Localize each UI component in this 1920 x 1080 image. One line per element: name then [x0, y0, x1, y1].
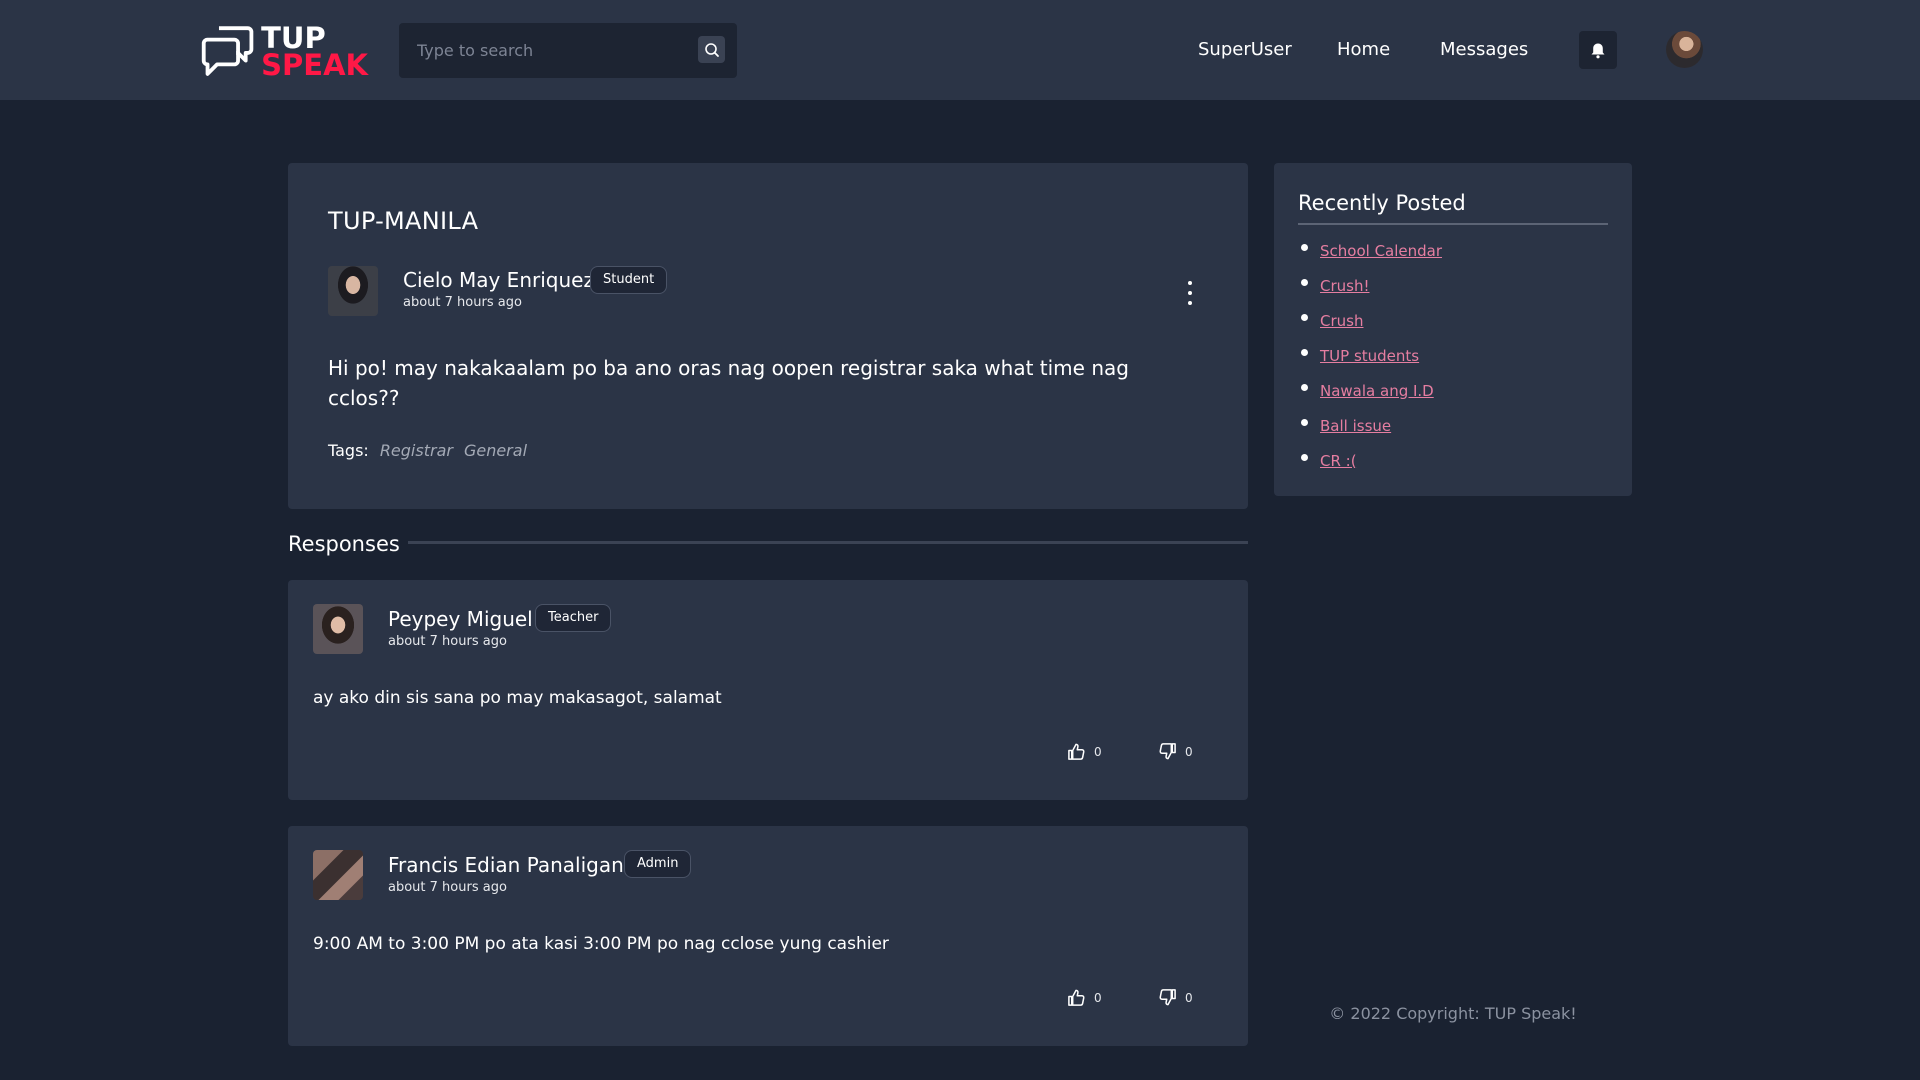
- response-time: about 7 hours ago: [388, 880, 507, 895]
- list-item: Ball issue: [1298, 408, 1442, 443]
- dislike-count: 0: [1185, 744, 1193, 759]
- tag-registrar[interactable]: Registrar: [380, 441, 453, 460]
- post-time: about 7 hours ago: [403, 295, 522, 310]
- thumbs-up-icon: [1068, 743, 1085, 760]
- nav-home[interactable]: Home: [1337, 38, 1390, 62]
- role-badge: Admin: [624, 850, 692, 878]
- list-item: Nawala ang I.D: [1298, 373, 1442, 408]
- recent-post-link[interactable]: Crush!: [1320, 277, 1369, 295]
- response-author[interactable]: Francis Edian Panaligan: [388, 853, 624, 877]
- thumbs-up-icon: [1068, 989, 1085, 1006]
- list-item: TUP students: [1298, 338, 1442, 373]
- post-title: TUP-MANILA: [328, 207, 479, 235]
- logo-chat-icon: [201, 26, 254, 76]
- logo-line-2: SPEAK: [261, 48, 368, 82]
- tags-label: Tags:: [328, 441, 369, 460]
- notifications-button[interactable]: [1579, 31, 1617, 69]
- role-badge: Teacher: [535, 604, 612, 632]
- divider: [408, 541, 1248, 544]
- like-button[interactable]: 0: [1067, 742, 1102, 761]
- list-item: CR :(: [1298, 443, 1442, 478]
- bell-icon: [1591, 43, 1605, 58]
- response-card: Peypey Miguel Teacher about 7 hours ago …: [288, 580, 1248, 800]
- logo[interactable]: TUP SPEAK: [198, 20, 368, 84]
- recently-posted-panel: Recently Posted School Calendar Crush! C…: [1274, 163, 1632, 496]
- author-name[interactable]: Cielo May Enriquez: [403, 268, 594, 292]
- responses-heading: Responses: [288, 532, 400, 556]
- recent-post-link[interactable]: School Calendar: [1320, 242, 1442, 260]
- thumbs-down-icon: [1159, 989, 1176, 1006]
- navbar: TUP SPEAK SuperUser Home Messages: [0, 0, 1920, 100]
- more-options-icon[interactable]: [1183, 281, 1197, 305]
- list-item: School Calendar: [1298, 233, 1442, 268]
- search-input[interactable]: [417, 41, 687, 60]
- post-card: TUP-MANILA Cielo May Enriquez Student ab…: [288, 163, 1248, 509]
- footer-copyright: © 2022 Copyright: TUP Speak!: [1329, 1004, 1577, 1023]
- recent-post-link[interactable]: Crush: [1320, 312, 1363, 330]
- sidebar-title: Recently Posted: [1298, 191, 1466, 215]
- thumbs-down-icon: [1159, 743, 1176, 760]
- user-avatar[interactable]: [1666, 31, 1703, 68]
- response-time: about 7 hours ago: [388, 634, 507, 649]
- recent-post-link[interactable]: CR :(: [1320, 452, 1357, 470]
- nav-superuser[interactable]: SuperUser: [1198, 38, 1292, 62]
- response-body: 9:00 AM to 3:00 PM po ata kasi 3:00 PM p…: [313, 934, 889, 954]
- search-icon: [704, 42, 719, 57]
- author-avatar[interactable]: [328, 266, 378, 316]
- dislike-button[interactable]: 0: [1158, 742, 1193, 761]
- like-count: 0: [1094, 990, 1102, 1005]
- recent-post-link[interactable]: TUP students: [1320, 347, 1419, 365]
- response-card: Francis Edian Panaligan Admin about 7 ho…: [288, 826, 1248, 1046]
- like-button[interactable]: 0: [1067, 988, 1102, 1007]
- tag-general[interactable]: General: [464, 441, 527, 460]
- search-button[interactable]: [698, 36, 725, 63]
- role-badge: Student: [590, 266, 668, 294]
- recent-post-link[interactable]: Ball issue: [1320, 417, 1391, 435]
- recent-posts-list: School Calendar Crush! Crush TUP student…: [1298, 233, 1442, 478]
- recent-post-link[interactable]: Nawala ang I.D: [1320, 382, 1434, 400]
- response-body: ay ako din sis sana po may makasagot, sa…: [313, 688, 722, 708]
- response-avatar[interactable]: [313, 850, 363, 900]
- logo-text: TUP SPEAK: [261, 24, 368, 82]
- response-author[interactable]: Peypey Miguel: [388, 607, 533, 631]
- post-body: Hi po! may nakakaalam po ba ano oras nag…: [328, 356, 1129, 410]
- search-box: [399, 23, 737, 78]
- response-avatar[interactable]: [313, 604, 363, 654]
- nav-messages[interactable]: Messages: [1440, 38, 1528, 62]
- like-count: 0: [1094, 744, 1102, 759]
- dislike-button[interactable]: 0: [1158, 988, 1193, 1007]
- tags-row: Tags: Registrar General: [328, 441, 527, 460]
- list-item: Crush!: [1298, 268, 1442, 303]
- divider: [1298, 223, 1608, 225]
- list-item: Crush: [1298, 303, 1442, 338]
- dislike-count: 0: [1185, 990, 1193, 1005]
